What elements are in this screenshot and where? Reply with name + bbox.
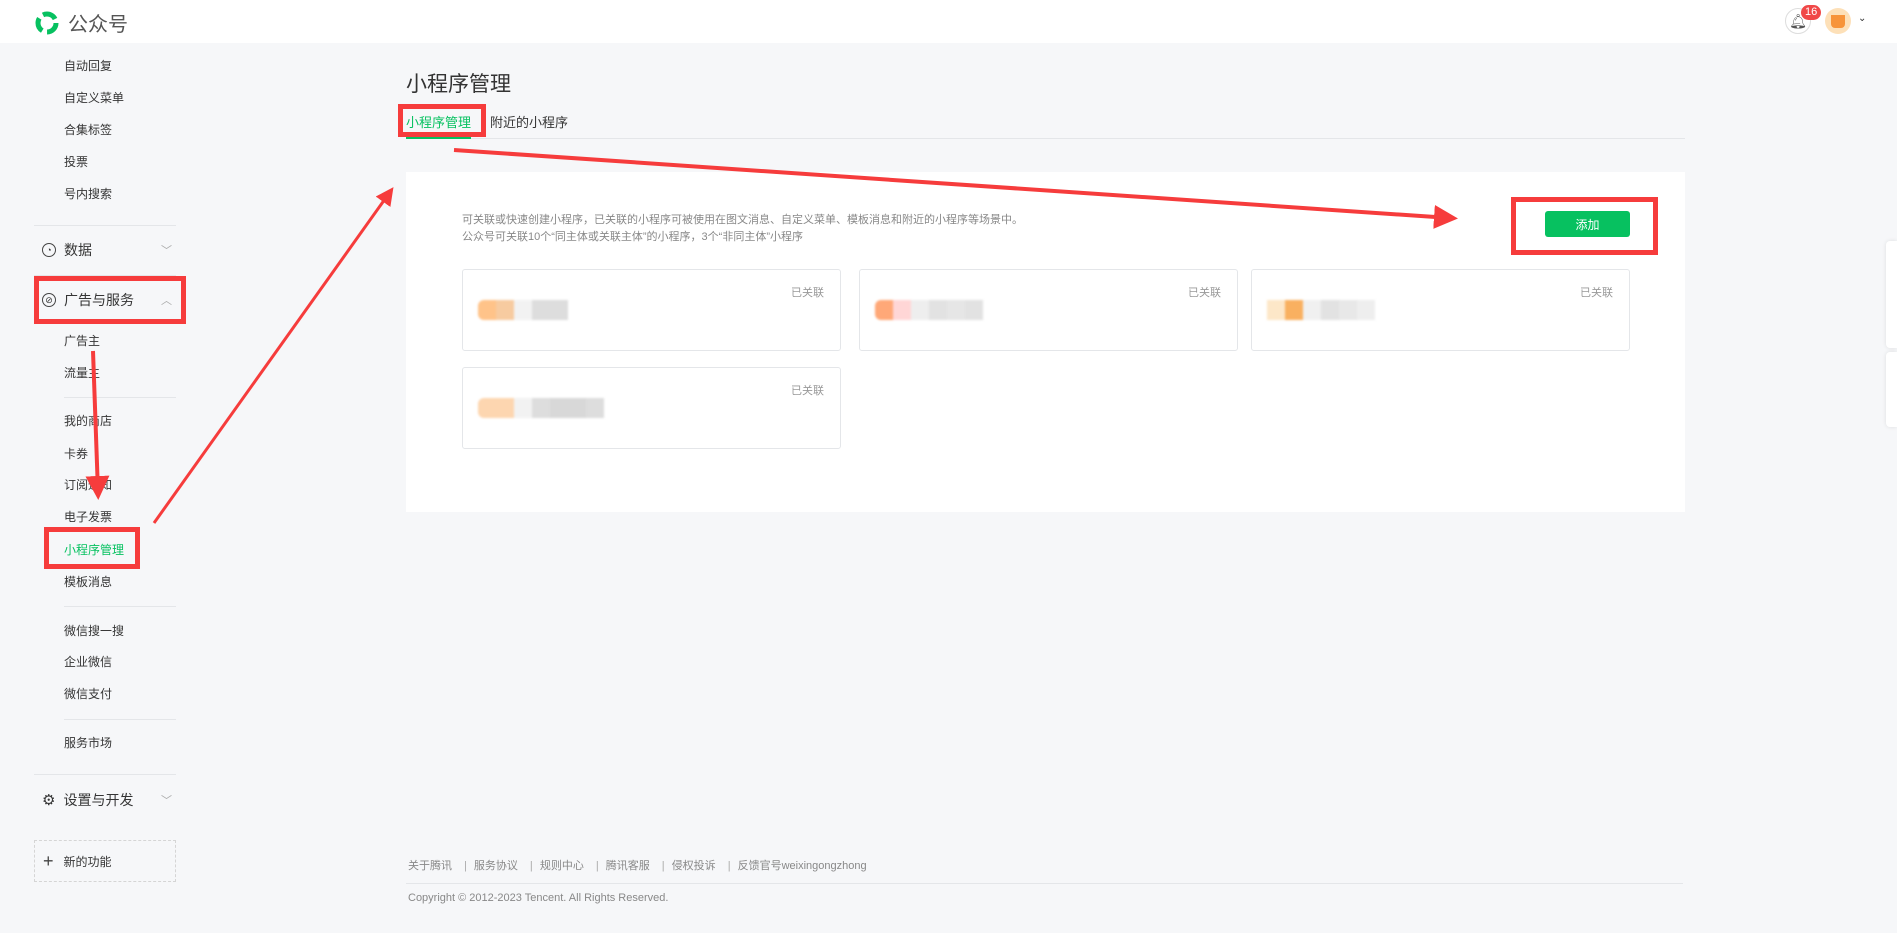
footer-link-infringement[interactable]: 侵权投诉 xyxy=(672,860,716,872)
sidebar-item-search[interactable]: 号内搜索 xyxy=(64,186,112,202)
description-line: 可关联或快速创建小程序，已关联的小程序可被使用在图文消息、自定义菜单、模板消息和… xyxy=(462,214,1023,226)
sidebar-item-custom-menu[interactable]: 自定义菜单 xyxy=(64,90,124,106)
divider xyxy=(64,606,176,607)
wechat-official-logo-icon xyxy=(35,11,59,34)
linked-status: 已关联 xyxy=(791,385,824,397)
blurred-mini-program-info xyxy=(1267,300,1375,320)
sidebar-group-settings-dev[interactable]: ⚙ 设置与开发 ﹀ xyxy=(42,790,172,810)
annotation-arrow xyxy=(152,187,394,524)
logo[interactable]: 公众号 xyxy=(34,8,128,37)
page-title: 小程序管理 xyxy=(406,73,511,96)
pie-chart-icon: ◔ xyxy=(42,243,56,257)
group-label: 数据 xyxy=(64,242,92,258)
mini-program-card[interactable]: 已关联 xyxy=(859,269,1238,351)
linked-status: 已关联 xyxy=(1580,287,1613,299)
divider xyxy=(406,883,1683,884)
sidebar-item-publisher[interactable]: 流量主 xyxy=(64,365,100,381)
sidebar-item-wechat-search[interactable]: 微信搜一搜 xyxy=(64,623,124,639)
chevron-down-icon: ﹀ xyxy=(161,795,172,807)
sidebar-item-my-store[interactable]: 我的商店 xyxy=(64,413,112,429)
copyright: Copyright © 2012-2023 Tencent. All Right… xyxy=(408,892,669,904)
sidebar-item-subscription-notice[interactable]: 订阅通知 xyxy=(64,477,112,493)
linked-status: 已关联 xyxy=(791,287,824,299)
mini-program-card[interactable]: 已关联 xyxy=(1251,269,1630,351)
description: 可关联或快速创建小程序，已关联的小程序可被使用在图文消息、自定义菜单、模板消息和… xyxy=(462,212,1023,246)
blurred-mini-program-info xyxy=(478,300,568,320)
divider xyxy=(64,397,176,398)
sidebar-item-collection-tags[interactable]: 合集标签 xyxy=(64,122,112,138)
new-features-button[interactable]: + 新的功能 xyxy=(34,840,176,882)
avatar[interactable] xyxy=(1825,8,1851,34)
sidebar-item-wecom[interactable]: 企业微信 xyxy=(64,654,112,670)
gear-icon: ⚙ xyxy=(42,792,56,809)
blurred-mini-program-info xyxy=(478,398,604,418)
description-line: 公众号可关联10个“同主体或关联主体”的小程序，3个“非同主体”小程序 xyxy=(462,231,804,243)
divider xyxy=(34,774,176,775)
divider xyxy=(64,719,176,720)
annotation-box xyxy=(34,276,186,324)
sidebar-item-service-market[interactable]: 服务市场 xyxy=(64,735,112,751)
mini-program-card[interactable]: 已关联 xyxy=(462,269,841,351)
new-features-label: 新的功能 xyxy=(63,854,112,869)
sidebar-item-coupons[interactable]: 卡券 xyxy=(64,446,88,462)
mini-program-panel: 可关联或快速创建小程序，已关联的小程序可被使用在图文消息、自定义菜单、模板消息和… xyxy=(406,172,1685,512)
floating-side-panel[interactable] xyxy=(1886,352,1897,427)
tab-nearby-mini-programs[interactable]: 附近的小程序 xyxy=(490,112,568,131)
sidebar-item-e-invoice[interactable]: 电子发票 xyxy=(64,509,112,525)
footer-link-rules[interactable]: 规则中心 xyxy=(540,860,584,872)
sidebar-item-wechat-pay[interactable]: 微信支付 xyxy=(64,686,112,702)
tab-bar: 小程序管理 附近的小程序 xyxy=(406,112,1685,139)
annotation-box xyxy=(398,104,486,137)
mini-program-card[interactable]: 已关联 xyxy=(462,367,841,449)
plus-icon: + xyxy=(43,850,54,871)
sidebar-group-data[interactable]: ◔ 数据 ﹀ xyxy=(42,240,172,260)
top-bar: 公众号 🔔︎ 16 ⌄ xyxy=(0,0,1897,43)
sidebar-item-template-message[interactable]: 模板消息 xyxy=(64,574,112,590)
chevron-down-icon[interactable]: ⌄ xyxy=(1858,13,1866,24)
linked-status: 已关联 xyxy=(1188,287,1221,299)
footer-link-feedback[interactable]: 反馈官号weixingongzhong xyxy=(738,860,867,872)
notification-badge: 16 xyxy=(1801,5,1822,20)
annotation-box xyxy=(1511,197,1658,255)
chevron-down-icon: ﹀ xyxy=(161,245,172,257)
footer-link-about[interactable]: 关于腾讯 xyxy=(408,860,452,872)
sidebar-item-advertiser[interactable]: 广告主 xyxy=(64,333,100,349)
annotation-box xyxy=(44,527,140,569)
sidebar-item-auto-reply[interactable]: 自动回复 xyxy=(64,58,112,74)
divider xyxy=(34,225,176,226)
group-label: 设置与开发 xyxy=(63,792,134,808)
app-name: 公众号 xyxy=(68,14,128,36)
footer: 关于腾讯 | 服务协议 | 规则中心 | 腾讯客服 | 侵权投诉 | 反馈官号weixin… xyxy=(406,857,1683,904)
blurred-mini-program-info xyxy=(875,300,983,320)
footer-link-support[interactable]: 腾讯客服 xyxy=(606,860,650,872)
footer-link-terms[interactable]: 服务协议 xyxy=(474,860,518,872)
floating-side-panel[interactable] xyxy=(1886,241,1897,348)
sidebar-item-vote[interactable]: 投票 xyxy=(64,154,88,170)
